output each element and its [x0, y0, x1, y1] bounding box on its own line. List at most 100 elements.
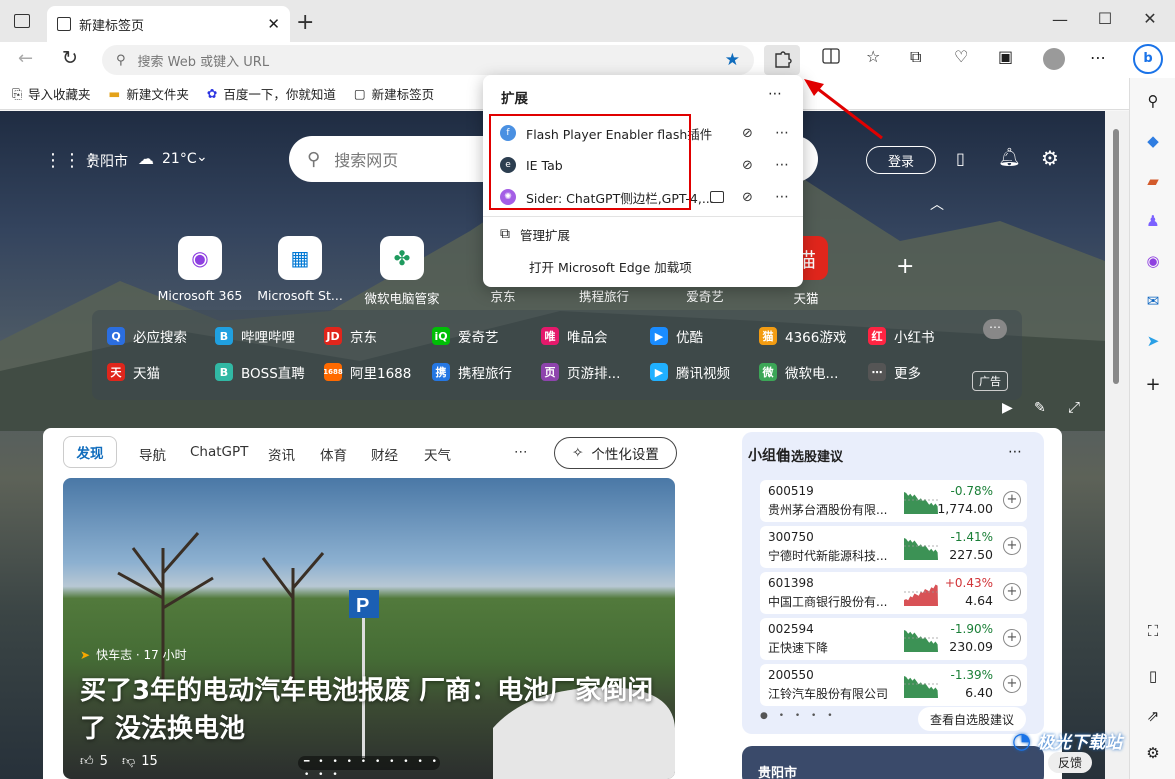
- shopping-tag-icon[interactable]: ◆: [1140, 128, 1166, 154]
- more-links-icon[interactable]: ⋯: [983, 319, 1007, 339]
- site-link[interactable]: 猫 4366游戏: [759, 326, 846, 346]
- site-link[interactable]: 微微软电...: [759, 362, 838, 382]
- manage-extensions[interactable]: ⧉ 管理扩展: [500, 223, 570, 245]
- quick-link[interactable]: ✤ 微软电脑管家: [352, 236, 452, 307]
- carousel-dots[interactable]: ━ • • • • • • • • • • • •: [298, 756, 440, 779]
- popup-more-icon[interactable]: ⋯: [768, 86, 782, 102]
- article-headline[interactable]: 买了3年的电动汽车电池报废 厂商：电池厂家倒闭了 没法换电池: [80, 672, 660, 748]
- extensions-button[interactable]: [764, 45, 800, 75]
- add-stock-icon[interactable]: +: [1003, 583, 1021, 601]
- extension-more-icon[interactable]: ⋯: [775, 125, 790, 141]
- quick-link[interactable]: 携程旅行: [554, 286, 654, 305]
- capture-icon[interactable]: ⛶: [1140, 618, 1166, 644]
- favorite-folder[interactable]: ▬ 新建文件夹: [109, 84, 189, 103]
- site-link[interactable]: Q 必应搜索: [107, 326, 187, 346]
- copilot-icon[interactable]: b: [1133, 44, 1163, 74]
- add-sidebar-app-icon[interactable]: +: [1140, 371, 1166, 397]
- favorite-baidu[interactable]: ✿ 百度一下，你就知道: [207, 84, 336, 103]
- article-source[interactable]: ➤ 快车志 · 17 小时: [80, 646, 187, 663]
- scrollbar-thumb[interactable]: [1113, 129, 1119, 384]
- favorites-icon[interactable]: ☆: [866, 47, 880, 66]
- site-link[interactable]: iQ 爱奇艺: [432, 326, 499, 346]
- page-search-input[interactable]: 搜索网页: [334, 147, 398, 171]
- hide-from-toolbar-icon[interactable]: ⊘: [742, 126, 753, 141]
- browser-essentials-icon[interactable]: ♡: [954, 47, 968, 66]
- personalize-button[interactable]: ✧ 个性化设置: [554, 437, 677, 469]
- favorite-star-icon[interactable]: ★: [725, 50, 740, 70]
- hide-from-toolbar-icon[interactable]: ⊘: [742, 158, 753, 173]
- extension-more-icon[interactable]: ⋯: [775, 157, 790, 173]
- edit-background-icon[interactable]: ✎: [1034, 400, 1046, 416]
- refresh-button[interactable]: ↻: [62, 47, 78, 69]
- sidebar-panel-icon[interactable]: [710, 191, 724, 203]
- add-stock-icon[interactable]: +: [1003, 537, 1021, 555]
- favorite-newtab[interactable]: ▢ 新建标签页: [354, 84, 434, 103]
- site-link[interactable]: B BOSS直聘: [215, 362, 305, 382]
- site-link[interactable]: 页页游排...: [541, 362, 620, 382]
- dislike-button[interactable]: 👎︎ 15: [122, 754, 158, 769]
- quick-link[interactable]: 京东: [453, 286, 553, 305]
- tab-discover[interactable]: 发现: [63, 436, 117, 468]
- address-input[interactable]: 搜索 Web 或键入 URL: [138, 51, 713, 70]
- like-button[interactable]: 👍︎ 5: [80, 754, 108, 769]
- expand-icon[interactable]: ⤢: [1068, 398, 1080, 416]
- weather-city[interactable]: 贵阳市: [86, 151, 128, 171]
- sidebar-panel-icon[interactable]: ▯: [1140, 663, 1166, 689]
- site-link[interactable]: B 哔哩哔哩: [215, 326, 295, 346]
- minimize-button[interactable]: —: [1040, 10, 1080, 29]
- settings-gear-icon[interactable]: ⚙: [1041, 146, 1059, 170]
- maximize-button[interactable]: ☐: [1085, 9, 1125, 28]
- add-stock-icon[interactable]: +: [1003, 675, 1021, 693]
- collections-icon[interactable]: ⧉: [910, 47, 921, 67]
- page-scrollbar[interactable]: [1105, 111, 1129, 779]
- site-link[interactable]: ▶ 腾讯视频: [650, 362, 730, 382]
- add-stock-icon[interactable]: +: [1003, 491, 1021, 509]
- tab-news[interactable]: 资讯: [268, 444, 295, 464]
- tools-icon[interactable]: ▰: [1140, 168, 1166, 194]
- add-stock-icon[interactable]: +: [1003, 629, 1021, 647]
- widget-pager-dots[interactable]: ● • • • •: [760, 711, 837, 721]
- site-link[interactable]: 唯唯品会: [541, 326, 608, 346]
- stock-row[interactable]: 601398 中国工商银行股份有... +0.43% 4.64 +: [760, 572, 1027, 614]
- tab-navigation[interactable]: 导航: [139, 444, 166, 464]
- site-link[interactable]: 红小红书: [868, 326, 935, 346]
- more-menu-icon[interactable]: ⋯: [1090, 48, 1106, 67]
- tab-actions-icon[interactable]: [14, 14, 30, 28]
- phone-icon[interactable]: ▯: [956, 149, 965, 168]
- site-link[interactable]: JD 京东: [324, 326, 377, 346]
- microsoft365-icon[interactable]: ◉: [1140, 248, 1166, 274]
- new-tab-button[interactable]: +: [296, 10, 314, 35]
- games-icon[interactable]: ♟: [1140, 208, 1166, 234]
- site-link[interactable]: 1688 阿里1688: [323, 362, 411, 382]
- tab-sports[interactable]: 体育: [320, 444, 347, 464]
- bell-icon[interactable]: 🔔︎: [998, 147, 1021, 168]
- close-window-button[interactable]: ✕: [1130, 9, 1170, 28]
- screenshot-icon[interactable]: ▣: [998, 47, 1013, 66]
- stock-row[interactable]: 002594 正快速下降 -1.90% 230.09 +: [760, 618, 1027, 660]
- site-link[interactable]: ▶ 优酷: [650, 326, 703, 346]
- address-bar[interactable]: ⚲ 搜索 Web 或键入 URL ★: [102, 45, 754, 75]
- site-link[interactable]: 携携程旅行: [432, 362, 512, 382]
- more-tabs-icon[interactable]: ⋯: [514, 444, 528, 460]
- open-edge-addons[interactable]: 打开 Microsoft Edge 加载项: [529, 255, 692, 277]
- site-link[interactable]: 天天猫: [107, 362, 160, 382]
- extension-more-icon[interactable]: ⋯: [775, 189, 790, 205]
- favorite-import[interactable]: ⎘ 导入收藏夹: [12, 84, 91, 103]
- weather-temp[interactable]: 21°C: [162, 151, 197, 167]
- play-icon[interactable]: ▶: [1002, 400, 1013, 416]
- quick-link[interactable]: ▦ Microsoft St...: [250, 236, 350, 303]
- active-tab[interactable]: 新建标签页 ✕: [47, 6, 290, 42]
- close-tab-icon[interactable]: ✕: [267, 15, 280, 33]
- watchlist-button[interactable]: 查看自选股建议: [918, 707, 1026, 731]
- search-icon[interactable]: ⚲: [1140, 88, 1166, 114]
- split-screen-icon[interactable]: [822, 48, 840, 68]
- stock-row[interactable]: 200550 江铃汽车股份有限公司 -1.39% 6.40 +: [760, 664, 1027, 706]
- send-icon[interactable]: ➤: [1140, 328, 1166, 354]
- add-quick-link-button[interactable]: +: [896, 254, 914, 279]
- tab-weather[interactable]: 天气: [424, 444, 451, 464]
- outlook-icon[interactable]: ✉: [1140, 288, 1166, 314]
- external-link-icon[interactable]: ⇗: [1140, 703, 1166, 729]
- quick-link[interactable]: 爱奇艺: [655, 286, 755, 305]
- login-button[interactable]: 登录: [866, 146, 936, 174]
- hide-from-toolbar-icon[interactable]: ⊘: [742, 190, 753, 205]
